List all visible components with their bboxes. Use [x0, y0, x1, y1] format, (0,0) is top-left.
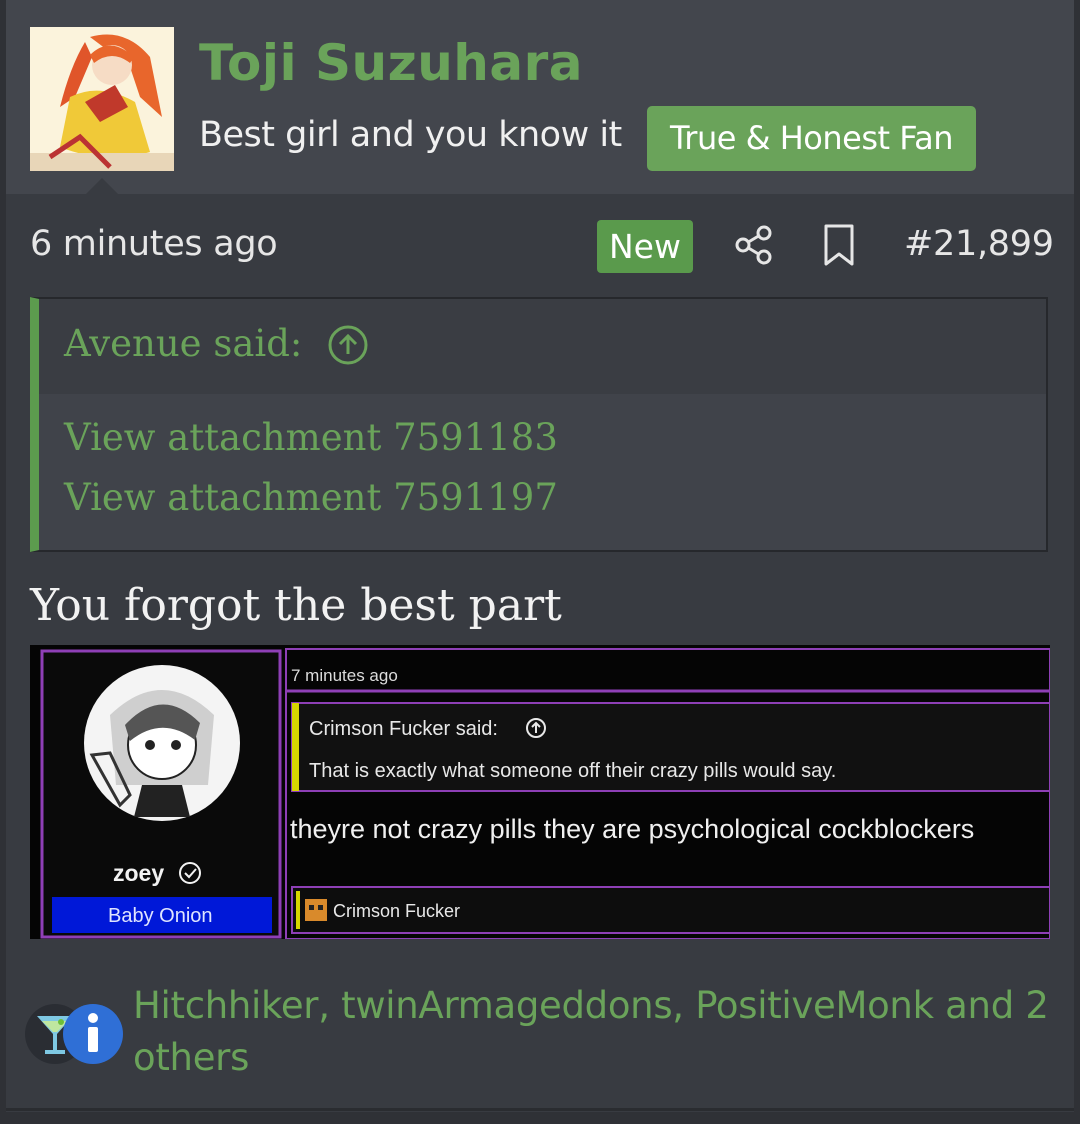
embed-quote-author: Crimson Fucker said: — [309, 718, 498, 740]
post-divider — [6, 1108, 1074, 1111]
embed-reply-text: theyre not crazy pills they are psycholo… — [290, 814, 974, 844]
quote-header: Avenue said: — [39, 299, 1046, 394]
embed-timestamp: 7 minutes ago — [291, 666, 398, 685]
reaction-icons[interactable] — [25, 1000, 125, 1064]
user-title: Best girl and you know it — [199, 115, 622, 155]
user-avatar[interactable] — [30, 27, 174, 171]
bookmark-icon[interactable] — [820, 222, 858, 268]
reactions-list-link[interactable]: Hitchhiker, twinArmageddons, PositiveMon… — [133, 980, 1053, 1084]
share-icon[interactable] — [733, 224, 775, 266]
embedded-screenshot-image[interactable]: zoey Baby Onion 7 minutes ago Crimson Fu… — [30, 645, 1050, 939]
quote-body: View attachment 7591183 View attachment … — [39, 394, 1046, 550]
attachment-link[interactable]: View attachment 7591183 — [64, 416, 558, 459]
embed-quote-text: That is exactly what someone off their c… — [309, 760, 836, 782]
avatar-pointer — [86, 178, 118, 194]
attachment-link[interactable]: View attachment 7591197 — [64, 476, 558, 519]
embed-user-title: Baby Onion — [108, 905, 213, 927]
embed-reaction-user: Crimson Fucker — [333, 901, 460, 921]
embed-username: zoey — [113, 860, 164, 886]
new-badge: New — [597, 220, 693, 273]
post-body-text: You forgot the best part — [30, 580, 562, 631]
quote-block: Avenue said: View attachment 7591183 Vie… — [30, 297, 1048, 552]
username-link[interactable]: Toji Suzuhara — [199, 34, 583, 92]
post-number-link[interactable]: #21,899 — [904, 224, 1054, 264]
post-timestamp[interactable]: 6 minutes ago — [30, 224, 278, 264]
arrow-up-circle-icon[interactable] — [326, 323, 370, 367]
quote-author-link[interactable]: Avenue said: — [64, 322, 302, 365]
user-banner: True & Honest Fan — [647, 106, 976, 171]
